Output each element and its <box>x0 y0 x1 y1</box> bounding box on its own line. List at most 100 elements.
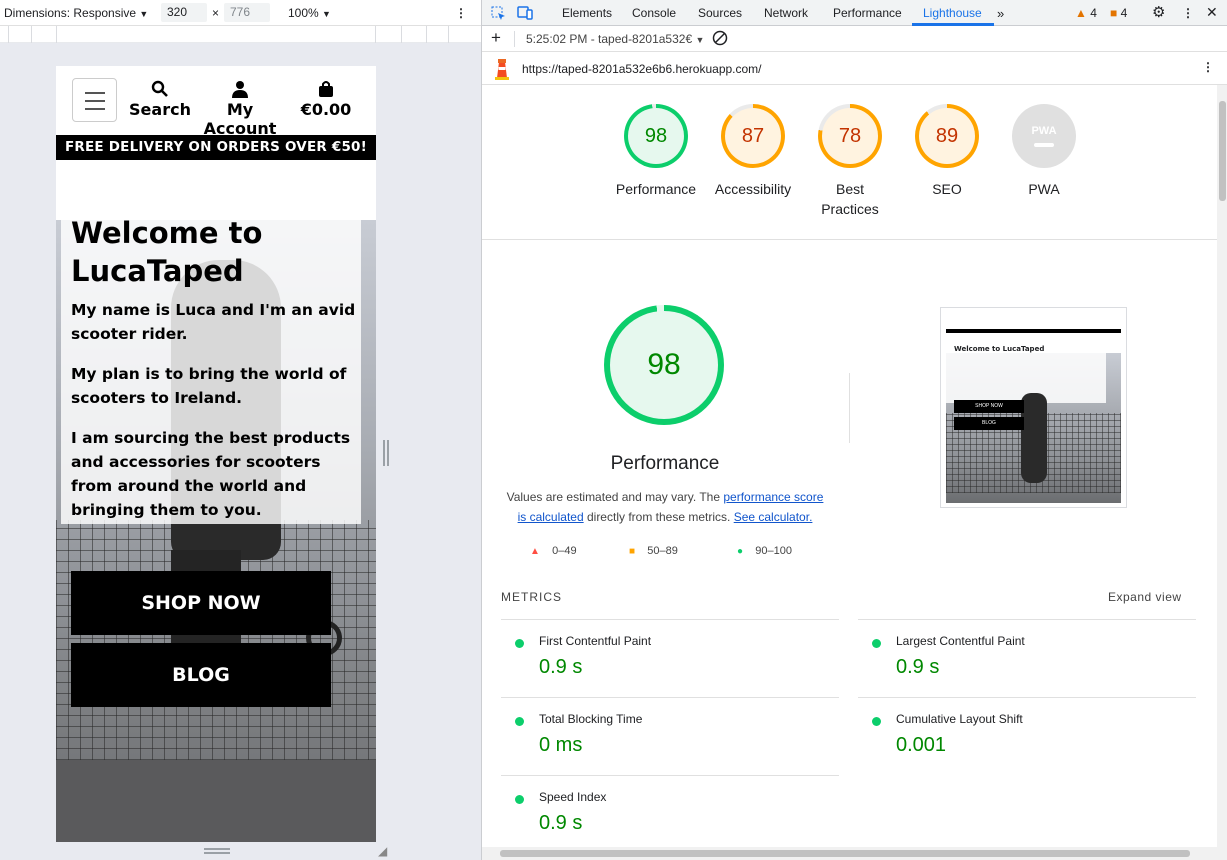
metric-name: Speed Index <box>539 790 607 804</box>
nav-cart[interactable]: €0.00 <box>296 80 356 119</box>
caret-down-icon: ▼ <box>139 9 149 19</box>
search-icon <box>122 80 198 98</box>
viewport-resize-handle-bottom[interactable] <box>204 848 230 854</box>
close-devtools-icon[interactable]: ✕ <box>1206 4 1218 21</box>
score-gauge-performance[interactable]: 98 <box>624 104 688 168</box>
caret-down-icon: ▼ <box>695 35 705 45</box>
report-selector-label: 5:25:02 PM - taped-8201a532€ <box>526 32 693 46</box>
settings-gear-icon[interactable]: ⚙ <box>1152 3 1165 21</box>
zoom-dropdown[interactable]: 100% ▼ <box>288 6 331 20</box>
legend-fail-label: 0–49 <box>552 545 577 557</box>
metric-name: Total Blocking Time <box>539 712 643 726</box>
issue-icon: ■ <box>1110 6 1118 20</box>
issues-count: 4 <box>1120 6 1128 20</box>
metric-cumulative-layout-shift: Cumulative Layout Shift 0.001 <box>858 697 1196 775</box>
new-report-plus-icon[interactable]: + <box>491 28 501 48</box>
nav-search-label: Search <box>129 100 191 119</box>
legend-pass: ● 90–100 <box>737 545 792 557</box>
issues-counter[interactable]: ■ 4 <box>1110 6 1127 20</box>
metric-largest-contentful-paint: Largest Contentful Paint 0.9 s <box>858 619 1196 697</box>
legend-fail: ▲ 0–49 <box>530 545 577 557</box>
report-menu-icon[interactable]: ⋮ <box>1202 60 1214 74</box>
tab-lighthouse[interactable]: Lighthouse <box>923 6 982 20</box>
screen: Dimensions: Responsive ▼ 320 × 776 100% … <box>0 0 1227 860</box>
thumbnail-blog-button: BLOG <box>954 417 1024 430</box>
report-url-bar: https://taped-8201a532e6b6.herokuapp.com… <box>482 52 1227 85</box>
corner-resize-icon[interactable]: ◢ <box>378 844 387 858</box>
tab-sources[interactable]: Sources <box>698 6 742 20</box>
circle-icon: ● <box>737 546 744 557</box>
more-options-icon[interactable]: ⋮ <box>1182 6 1194 20</box>
device-toolbar: Dimensions: Responsive ▼ 320 × 776 100% … <box>0 0 481 26</box>
device-toolbar-icon[interactable] <box>517 6 533 23</box>
warning-icon: ▲ <box>1075 6 1087 20</box>
report-url[interactable]: https://taped-8201a532e6b6.herokuapp.com… <box>522 62 762 76</box>
tab-console[interactable]: Console <box>632 6 676 20</box>
menu-toggle-button[interactable] <box>72 78 117 122</box>
tab-performance[interactable]: Performance <box>833 6 902 20</box>
width-input[interactable]: 320 <box>161 3 207 22</box>
tab-elements[interactable]: Elements <box>562 6 612 20</box>
inspect-element-icon[interactable] <box>491 6 506 24</box>
divider <box>849 373 850 443</box>
pwa-bar-icon <box>1034 143 1054 147</box>
report-selector[interactable]: 5:25:02 PM - taped-8201a532€ ▼ <box>526 32 704 46</box>
estimate-note: Values are estimated and may vary. The p… <box>502 487 828 527</box>
score-value: 78 <box>822 108 878 164</box>
score-label: Performance <box>615 181 697 197</box>
lighthouse-logo-icon <box>494 58 510 83</box>
more-options-icon[interactable]: ⋮ <box>455 6 467 20</box>
metric-value: 0.9 s <box>539 656 583 678</box>
clear-reports-icon[interactable] <box>712 30 728 49</box>
hero-title: Welcome to LucaTaped <box>71 216 263 288</box>
site-header: Search My Account €0.00 <box>56 66 376 138</box>
final-screenshot-thumbnail[interactable]: Welcome to LucaTaped SHOP NOW BLOG <box>940 307 1127 508</box>
metric-name: First Contentful Paint <box>539 634 652 648</box>
calculator-link[interactable]: See calculator. <box>734 510 813 524</box>
score-gauge-seo[interactable]: 89 <box>915 104 979 168</box>
hero-paragraph-1: My name is Luca and I'm an avid scooter … <box>71 301 356 343</box>
legend-average-label: 50–89 <box>647 545 678 557</box>
legend-average: ■ 50–89 <box>629 545 678 557</box>
dimensions-label: Dimensions: Responsive <box>4 6 137 20</box>
note-text: Values are estimated and may vary. The <box>506 490 724 504</box>
score-label: Best Practices <box>821 181 879 217</box>
devtools-tabbar: Elements Console Sources Network Perform… <box>482 0 1227 26</box>
shop-now-button[interactable]: SHOP NOW <box>71 571 331 635</box>
square-icon: ■ <box>629 546 636 557</box>
devtools-panel: Elements Console Sources Network Perform… <box>481 0 1227 860</box>
blog-button[interactable]: BLOG <box>71 643 331 707</box>
legend-pass-label: 90–100 <box>755 545 792 557</box>
score-value: PWA <box>1016 108 1072 164</box>
lighthouse-report: 98 Performance 87 Accessibility 78 Best Pract… <box>482 85 1217 847</box>
horizontal-scrollbar[interactable] <box>482 847 1227 860</box>
nav-account[interactable]: My Account <box>190 80 290 138</box>
expand-view-button[interactable]: Expand view <box>1108 590 1182 604</box>
metric-value: 0.9 s <box>896 656 940 678</box>
score-gauge-accessibility[interactable]: 87 <box>721 104 785 168</box>
caret-down-icon: ▼ <box>322 9 331 19</box>
nav-search[interactable]: Search <box>122 80 198 119</box>
warnings-counter[interactable]: ▲ 4 <box>1075 6 1097 20</box>
metric-speed-index: Speed Index 0.9 s <box>501 775 839 847</box>
score-label: SEO <box>932 181 962 197</box>
viewport-resize-handle-right[interactable] <box>383 440 389 466</box>
nav-account-label: My Account <box>203 100 277 138</box>
score-value: 98 <box>628 108 684 164</box>
thumbnail-page: Welcome to LucaTaped SHOP NOW BLOG <box>946 313 1121 503</box>
score-label: PWA <box>1028 181 1060 197</box>
performance-main-score: 98 <box>610 311 718 419</box>
score-value: 89 <box>919 108 975 164</box>
score-label: Accessibility <box>714 181 792 197</box>
pass-dot-icon <box>872 717 881 726</box>
vertical-scrollbar[interactable] <box>1217 85 1227 847</box>
metric-value: 0.001 <box>896 734 947 756</box>
tab-network[interactable]: Network <box>764 6 808 20</box>
score-gauge-best-practices[interactable]: 78 <box>818 104 882 168</box>
separator <box>482 239 1217 240</box>
more-tabs-icon[interactable]: » <box>997 6 1004 21</box>
score-gauge-pwa[interactable]: PWA <box>1012 104 1076 168</box>
ground-graphic <box>56 760 376 842</box>
height-input[interactable]: 776 <box>224 3 270 22</box>
dimensions-dropdown[interactable]: Dimensions: Responsive ▼ <box>4 6 148 20</box>
